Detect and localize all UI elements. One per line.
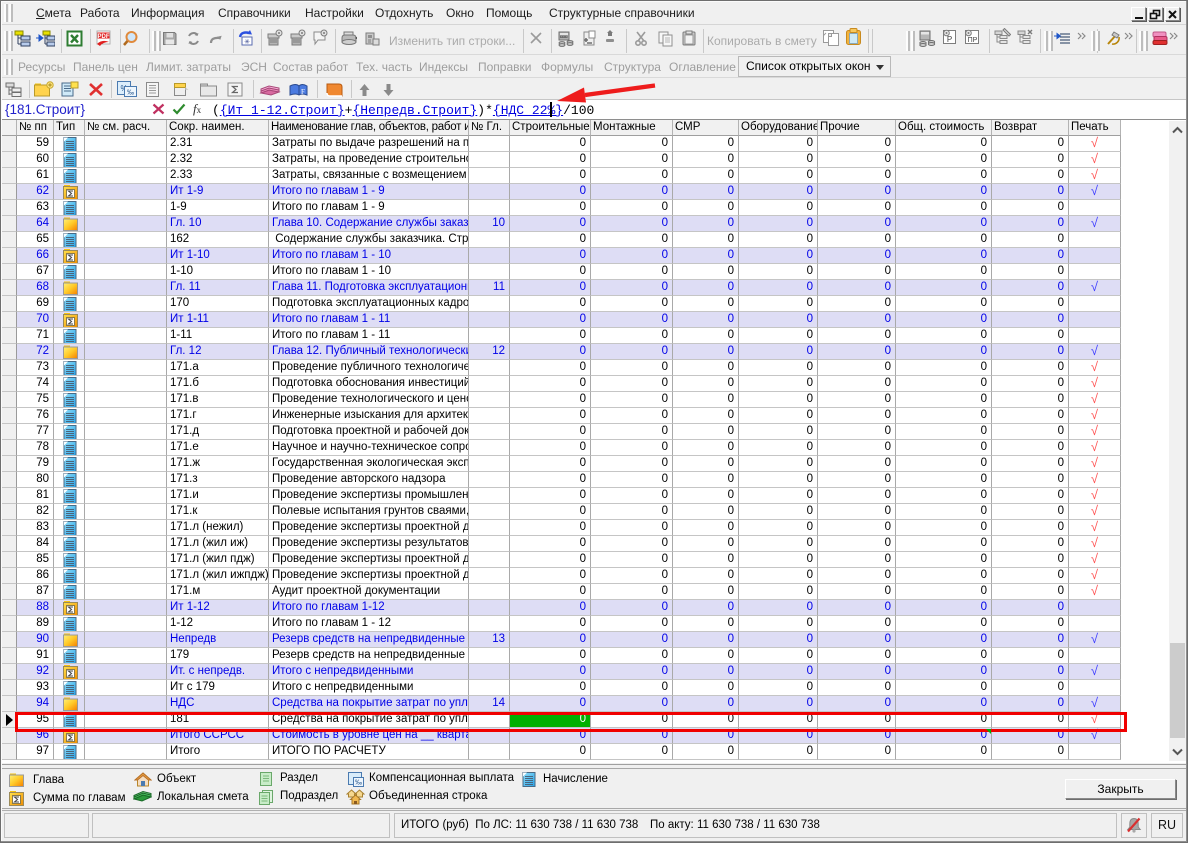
svg-text:F: F xyxy=(301,88,305,96)
svg-text:PDF: PDF xyxy=(98,34,110,40)
svg-text:‰: ‰ xyxy=(355,780,362,787)
svg-text:P: P xyxy=(947,35,952,44)
svg-text:‰: ‰ xyxy=(127,90,134,97)
svg-text:✳: ✳ xyxy=(244,38,250,46)
svg-text:ПР: ПР xyxy=(968,37,978,44)
